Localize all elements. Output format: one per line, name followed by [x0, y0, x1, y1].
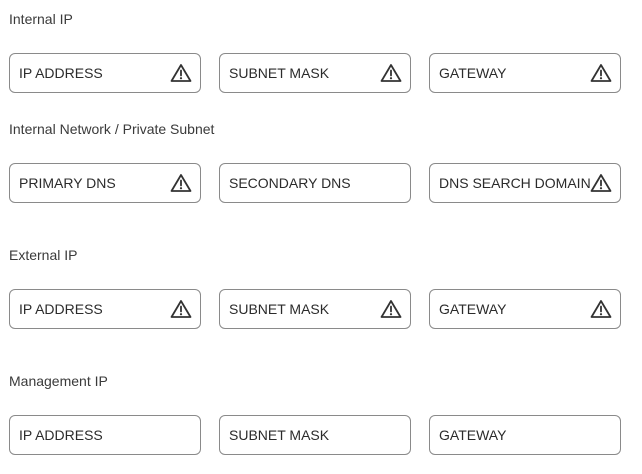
- warning-icon: [170, 63, 192, 83]
- section-title-external-ip: External IP: [9, 247, 78, 263]
- field-placeholder: SUBNET MASK: [229, 427, 330, 443]
- external-gateway-field[interactable]: GATEWAY: [429, 289, 621, 329]
- field-placeholder: IP ADDRESS: [19, 301, 103, 317]
- field-placeholder: IP ADDRESS: [19, 427, 103, 443]
- field-placeholder: DNS SEARCH DOMAIN: [439, 175, 590, 191]
- warning-icon: [170, 173, 192, 193]
- internal-subnet-mask-field[interactable]: SUBNET MASK: [219, 53, 411, 93]
- management-subnet-mask-field[interactable]: SUBNET MASK: [219, 415, 411, 455]
- section-title-internal-ip: Internal IP: [9, 11, 73, 27]
- internal-gateway-field[interactable]: GATEWAY: [429, 53, 621, 93]
- field-placeholder: SUBNET MASK: [229, 301, 330, 317]
- section-title-internal-network: Internal Network / Private Subnet: [9, 121, 215, 137]
- field-placeholder: GATEWAY: [439, 65, 507, 81]
- field-placeholder: GATEWAY: [439, 301, 507, 317]
- warning-icon: [590, 63, 612, 83]
- warning-icon: [170, 299, 192, 319]
- warning-icon: [380, 63, 402, 83]
- secondary-dns-field[interactable]: SECONDARY DNS: [219, 163, 411, 203]
- warning-icon: [380, 299, 402, 319]
- warning-icon: [590, 173, 612, 193]
- management-ip-address-field[interactable]: IP ADDRESS: [9, 415, 201, 455]
- internal-ip-address-field[interactable]: IP ADDRESS: [9, 53, 201, 93]
- management-gateway-field[interactable]: GATEWAY: [429, 415, 621, 455]
- dns-search-domain-field[interactable]: DNS SEARCH DOMAIN: [429, 163, 621, 203]
- warning-icon: [590, 299, 612, 319]
- field-placeholder: SUBNET MASK: [229, 65, 330, 81]
- field-placeholder: GATEWAY: [439, 427, 507, 443]
- primary-dns-field[interactable]: PRIMARY DNS: [9, 163, 201, 203]
- external-ip-address-field[interactable]: IP ADDRESS: [9, 289, 201, 329]
- section-title-management-ip: Management IP: [9, 373, 108, 389]
- field-placeholder: PRIMARY DNS: [19, 175, 116, 191]
- field-placeholder: IP ADDRESS: [19, 65, 103, 81]
- external-subnet-mask-field[interactable]: SUBNET MASK: [219, 289, 411, 329]
- field-placeholder: SECONDARY DNS: [229, 175, 351, 191]
